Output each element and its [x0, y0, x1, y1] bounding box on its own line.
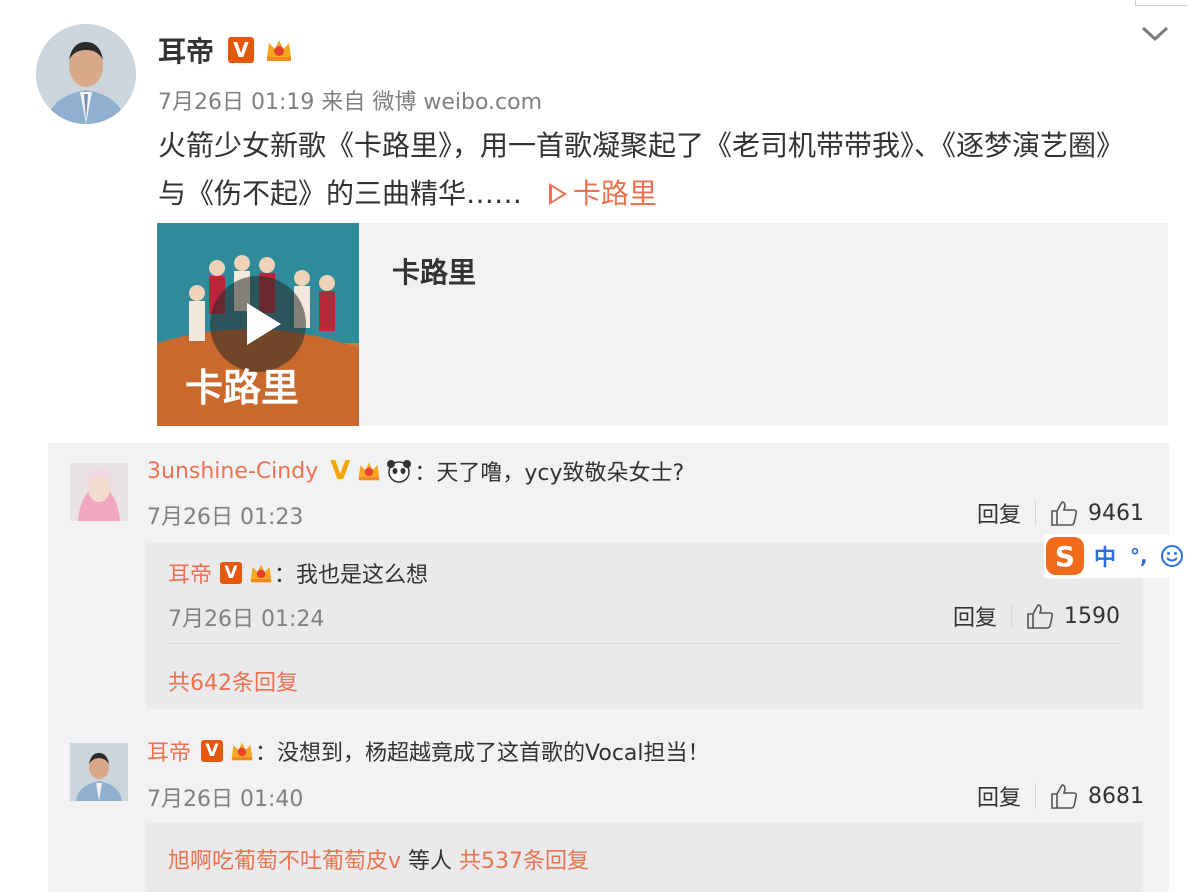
author-row: 耳帝 V: [158, 30, 294, 70]
verified-badge-icon: V: [201, 740, 224, 762]
reply-summary: 旭啊吃葡萄不吐葡萄皮v 等人 共537条回复: [146, 823, 1143, 892]
reply-summary-user[interactable]: 旭啊吃葡萄不吐葡萄皮v: [168, 843, 401, 875]
comment-username[interactable]: 耳帝: [147, 735, 191, 767]
comment-timestamp: 7月26日 01:23: [147, 505, 304, 530]
commenter-avatar[interactable]: [70, 743, 128, 801]
post-timestamp: 7月26日 01:19 来自 微博 weibo.com: [158, 90, 543, 115]
reply-actions: 回复 1590: [953, 600, 1120, 632]
panda-badge-icon: [387, 460, 412, 483]
verified-badge-icon[interactable]: V: [228, 37, 255, 63]
sogou-ime-icon[interactable]: S: [1044, 535, 1086, 577]
vip-crown-icon[interactable]: [264, 37, 294, 63]
verified-v-icon: V: [330, 456, 351, 486]
music-card-thumbnail[interactable]: 卡路里: [157, 223, 359, 426]
reply-text: ：我也是这么想: [274, 563, 429, 588]
music-link[interactable]: 卡路里: [531, 177, 657, 210]
reply-button[interactable]: 回复: [977, 780, 1021, 812]
action-divider: [1035, 500, 1036, 526]
comment-timestamp: 7月26日 01:40: [147, 787, 304, 812]
svg-text:S: S: [1055, 540, 1075, 573]
comment-text: ：没想到，杨超越竟成了这首歌的Vocal担当！: [255, 741, 710, 766]
comment-actions: 回复 8681: [977, 780, 1144, 812]
comment-line: 耳帝 V ：没想到，杨超越竟成了这首歌的Vocal担当！: [147, 735, 710, 767]
thumb-title-text: 卡路里: [185, 366, 299, 410]
comments-section: 3unshine-Cindy V ：天了噜，ycy致敬朵女士? 7月26日 01…: [48, 443, 1169, 892]
like-thumb-icon[interactable]: [1050, 783, 1078, 809]
reply-summary-line: 旭啊吃葡萄不吐葡萄皮v 等人 共537条回复: [168, 843, 589, 875]
music-link-label: 卡路里: [572, 177, 657, 210]
music-card[interactable]: 卡路里 卡路里: [157, 223, 1168, 426]
ime-punctuation-toggle[interactable]: °,: [1130, 544, 1148, 568]
post-body: 火箭少女新歌《卡路里》，用一首歌凝聚起了《老司机带带我》、《逐梦演艺圈》与《伤不…: [158, 122, 1148, 218]
reply-line: 耳帝 V ：我也是这么想: [168, 557, 428, 589]
like-thumb-icon[interactable]: [1050, 500, 1078, 526]
music-card-title[interactable]: 卡路里: [392, 251, 476, 291]
reply-timestamp: 7月26日 01:24: [168, 607, 325, 632]
more-replies-link[interactable]: 共642条回复: [168, 665, 298, 697]
like-count: 8681: [1088, 783, 1144, 809]
reply-button[interactable]: 回复: [977, 497, 1021, 529]
author-name[interactable]: 耳帝: [158, 30, 214, 70]
vip-crown-icon: [231, 742, 253, 761]
commenter-avatar[interactable]: [70, 463, 128, 521]
reply-thread: 耳帝 V ：我也是这么想 7月26日 01:24 回复 1590 共642条回复: [146, 543, 1143, 709]
ime-toolbar[interactable]: S 中 °,: [1044, 534, 1187, 578]
more-replies-link[interactable]: 共537条回复: [459, 843, 589, 875]
like-thumb-icon[interactable]: [1026, 603, 1054, 629]
reply-username[interactable]: 耳帝: [168, 557, 212, 589]
verified-badge-icon: V: [220, 562, 243, 584]
vip-crown-icon: [359, 462, 380, 481]
window-corner: [1135, 0, 1187, 6]
vip-crown-icon: [250, 564, 272, 583]
reply-divider: [168, 643, 1120, 644]
action-divider: [1011, 603, 1012, 629]
comment-username[interactable]: 3unshine-Cindy: [147, 459, 318, 484]
chevron-down-icon[interactable]: [1138, 22, 1172, 44]
action-divider: [1035, 783, 1036, 809]
like-count: 1590: [1064, 603, 1120, 629]
ime-language-toggle[interactable]: 中: [1094, 540, 1116, 572]
comment-line: 3unshine-Cindy V ：天了噜，ycy致敬朵女士?: [147, 455, 684, 487]
like-count: 9461: [1088, 500, 1144, 526]
reply-summary-text: 等人: [401, 849, 460, 874]
play-icon: [548, 183, 567, 205]
comment-text: ：天了噜，ycy致敬朵女士?: [414, 461, 685, 486]
author-avatar[interactable]: [36, 24, 136, 124]
reply-button[interactable]: 回复: [953, 600, 997, 632]
smiley-icon[interactable]: [1160, 544, 1184, 568]
comment-actions: 回复 9461: [977, 497, 1144, 529]
